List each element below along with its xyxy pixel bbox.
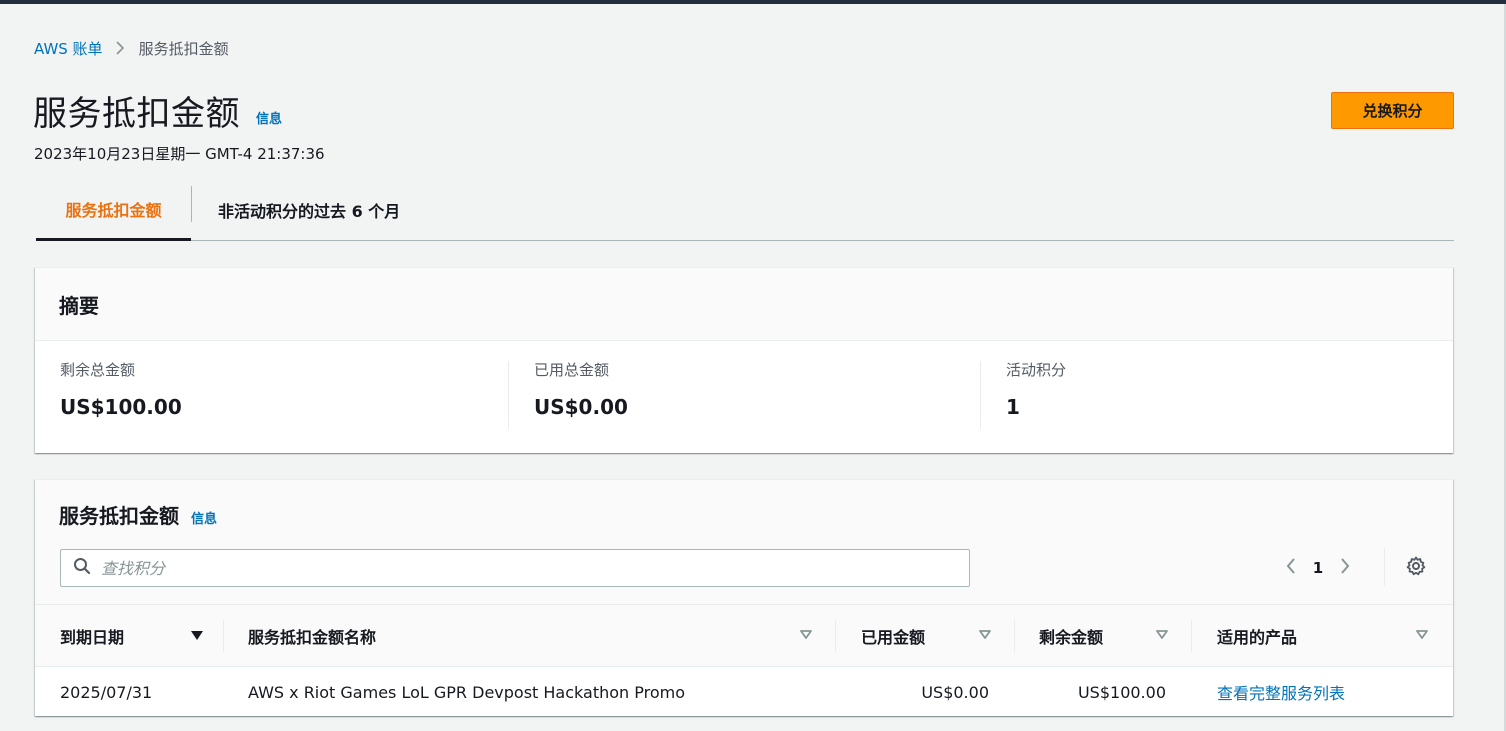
credits-table-title: 服务抵扣金额 (59, 504, 179, 528)
column-header-label: 已用金额 (861, 628, 926, 647)
metric-active-credits: 活动积分 1 (1006, 359, 1066, 429)
cell-products: 查看完整服务列表 (1217, 667, 1437, 717)
metric-label: 剩余总金额 (60, 361, 136, 379)
metric-used-total: 已用总金额 US$0.00 (534, 359, 628, 429)
credits-table-title-row: 服务抵扣金额 信息 (59, 500, 217, 529)
column-divider (223, 620, 224, 652)
sort-unsorted-icon (1415, 628, 1429, 642)
credits-table-header: 服务抵扣金额 信息 1 (35, 480, 1453, 605)
tab-divider (191, 186, 192, 222)
page-number[interactable]: 1 (1307, 559, 1329, 577)
sort-unsorted-icon (799, 628, 813, 642)
summary-title: 摘要 (59, 294, 99, 318)
credits-table-panel: 服务抵扣金额 信息 1 (35, 479, 1453, 716)
breadcrumb-billing-link[interactable]: AWS 账单 (34, 38, 103, 59)
column-header-label: 到期日期 (60, 628, 125, 647)
column-header-label: 服务抵扣金额名称 (248, 628, 377, 647)
sort-descending-icon (190, 628, 204, 642)
chevron-right-icon (1339, 556, 1351, 580)
gear-icon (1406, 556, 1426, 580)
column-divider (1014, 620, 1015, 652)
search-input[interactable] (101, 558, 961, 578)
page-timestamp: 2023年10月23日星期一 GMT-4 21:37:36 (34, 145, 325, 163)
page-title: 服务抵扣金额 (33, 94, 240, 134)
cell-used: US$0.00 (921, 682, 989, 702)
previous-page-button[interactable] (1275, 552, 1307, 584)
search-icon (73, 557, 91, 579)
pagination: 1 (1275, 552, 1361, 584)
cell-remaining: US$100.00 (1077, 682, 1166, 702)
chevron-left-icon (1285, 556, 1297, 580)
pagination-divider (1384, 548, 1385, 586)
column-header-label: 剩余金额 (1039, 628, 1104, 647)
column-header-used[interactable]: 已用金额 (861, 605, 992, 667)
summary-metrics: 剩余总金额 US$100.00 已用总金额 US$0.00 活动积分 1 (35, 341, 1453, 454)
tab-bar: 服务抵扣金额 非活动积分的过去 6 个月 (36, 180, 1454, 241)
metric-remaining-total: 剩余总金额 US$100.00 (60, 359, 182, 429)
breadcrumb: AWS 账单 服务抵扣金额 (34, 36, 229, 60)
column-header-credit-name[interactable]: 服务抵扣金额名称 (248, 605, 813, 667)
column-divider (835, 620, 836, 652)
sort-unsorted-icon (1155, 628, 1169, 642)
metric-divider (508, 361, 509, 429)
sort-unsorted-icon (978, 628, 992, 642)
metric-value: US$100.00 (60, 395, 182, 419)
next-page-button[interactable] (1329, 552, 1361, 584)
metric-divider (980, 361, 981, 429)
top-navigation-strip (0, 0, 1506, 4)
cell-credit-name: AWS x Riot Games LoL GPR Devpost Hackath… (248, 682, 686, 702)
metric-value: 1 (1006, 395, 1020, 419)
tab-service-credits[interactable]: 服务抵扣金额 (36, 180, 191, 241)
search-field[interactable] (60, 549, 970, 587)
column-header-products[interactable]: 适用的产品 (1217, 605, 1429, 667)
summary-panel: 摘要 剩余总金额 US$100.00 已用总金额 US$0.00 活动积分 1 (35, 267, 1453, 453)
view-service-list-link[interactable]: 查看完整服务列表 (1217, 680, 1345, 704)
breadcrumb-current: 服务抵扣金额 (138, 39, 229, 58)
column-header-expiry[interactable]: 到期日期 (60, 605, 204, 667)
table-settings-button[interactable] (1400, 552, 1432, 584)
redeem-credits-button[interactable]: 兑换积分 (1331, 92, 1454, 129)
column-header-label: 适用的产品 (1217, 628, 1298, 647)
table-row: 2025/07/31 AWS x Riot Games LoL GPR Devp… (35, 667, 1453, 717)
metric-label: 活动积分 (1006, 361, 1067, 379)
metric-label: 已用总金额 (534, 361, 610, 379)
column-divider (1191, 620, 1192, 652)
page-info-link[interactable]: 信息 (256, 108, 282, 127)
table-header-row: 到期日期 服务抵扣金额名称 已用金额 剩余金额 适用的产品 (35, 605, 1453, 667)
cell-expiry: 2025/07/31 (60, 682, 153, 702)
tab-inactive-credits[interactable]: 非活动积分的过去 6 个月 (218, 180, 400, 240)
chevron-right-icon (115, 40, 125, 56)
column-header-remaining[interactable]: 剩余金额 (1039, 605, 1169, 667)
metric-value: US$0.00 (534, 395, 628, 419)
credits-table-info-link[interactable]: 信息 (191, 508, 217, 527)
summary-header: 摘要 (35, 268, 1453, 341)
